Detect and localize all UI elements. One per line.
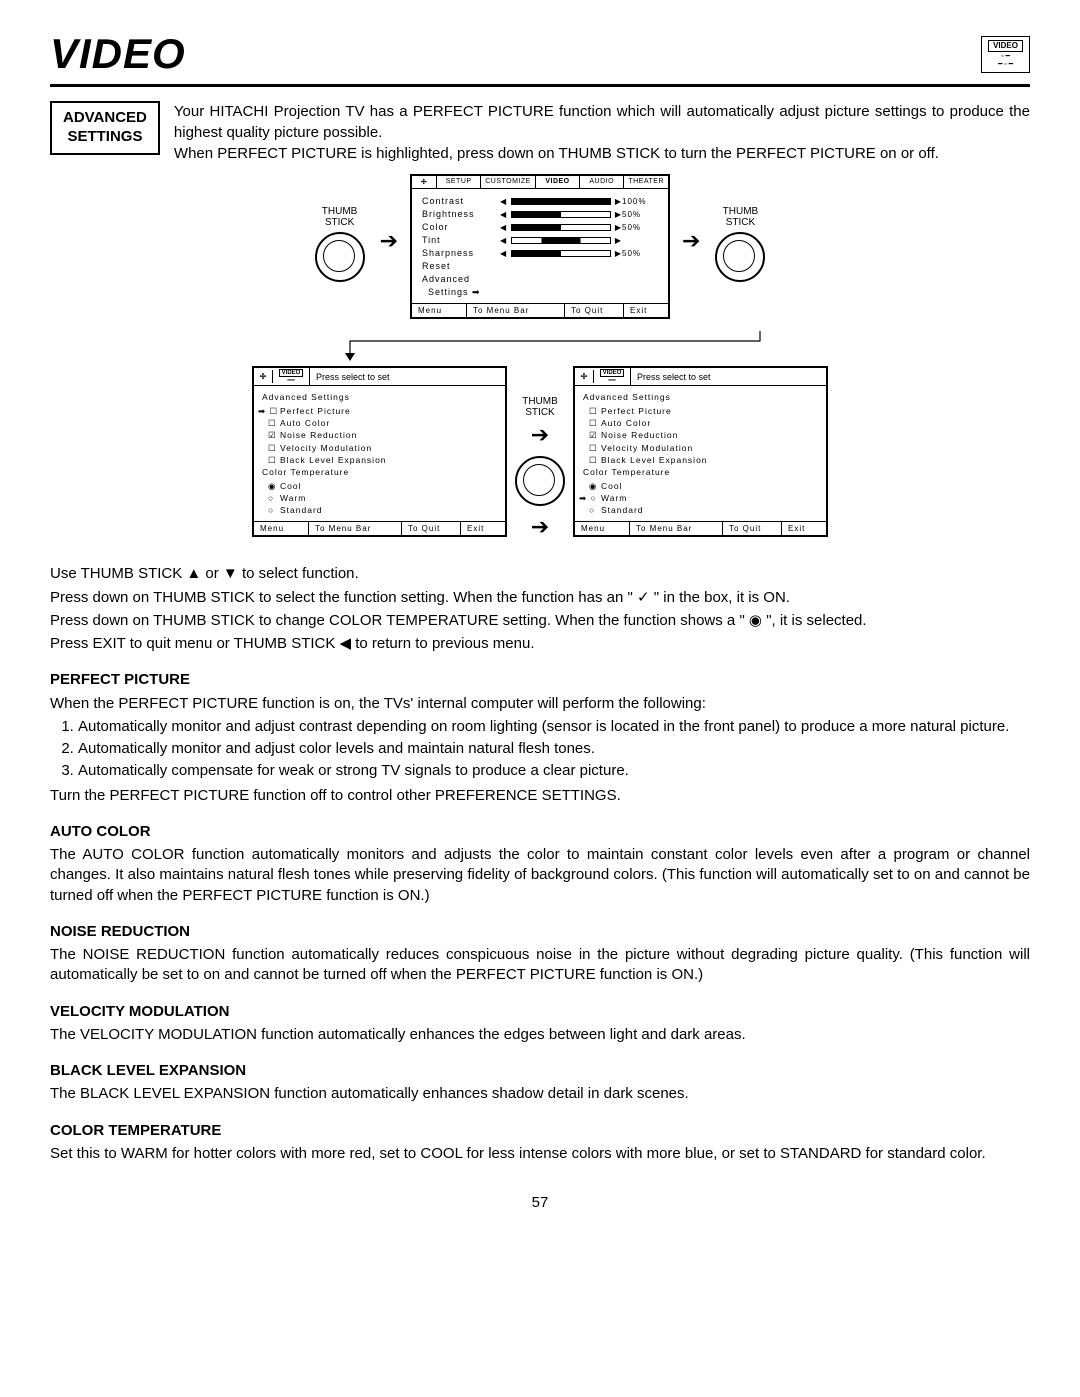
option-velocity-modulation: ☐Velocity Modulation (262, 442, 497, 454)
video-tab-mini: VIDEO━━ (273, 368, 310, 385)
instruction-use-thumb: Use THUMB STICK ▲ or ▼ to select functio… (50, 564, 1030, 584)
option-auto-color: ☐Auto Color (262, 417, 497, 429)
intro-text: Your HITACHI Projection TV has a PERFECT… (174, 101, 1030, 164)
temp-cool: ◉Cool (583, 480, 818, 492)
osd-tab-row: ✢ SETUP CUSTOMIZE VIDEO AUDIO THEATER (412, 176, 668, 189)
arrow-right-icon: ➔ (531, 422, 549, 448)
temp-warm: ○Warm (262, 492, 497, 504)
instructions-block: Use THUMB STICK ▲ or ▼ to select functio… (50, 564, 1030, 654)
osd-footer: Menu To Menu Bar To Quit Exit (412, 303, 668, 317)
tab-theater: THEATER (624, 176, 668, 188)
adv-settings-heading: Advanced Settings (262, 391, 497, 403)
video-tab-mini: VIDEO━━ (594, 368, 631, 385)
arrow-right-icon: ➔ (531, 514, 549, 540)
thumb-stick-icon (315, 232, 365, 282)
arrow-right-icon: ➔ (380, 178, 398, 254)
thumb-stick-center: THUMBSTICK ➔ ➔ (515, 366, 565, 544)
thumb-stick-icon (515, 456, 565, 506)
list-item: Automatically monitor and adjust contras… (78, 717, 1030, 737)
tab-setup: SETUP (437, 176, 481, 188)
section-velocity-modulation: VELOCITY MODULATION The VELOCITY MODULAT… (50, 1002, 1030, 1046)
option-velocity-modulation: ☐Velocity Modulation (583, 442, 818, 454)
thumb-stick-icon (715, 232, 765, 282)
osd-plus-icon: ✢ (412, 176, 437, 188)
option-black-level: ☐Black Level Expansion (262, 454, 497, 466)
page-number: 57 (50, 1194, 1030, 1211)
press-select-label: Press select to set (310, 370, 505, 384)
arrow-right-icon: ➔ (682, 178, 700, 254)
option-noise-reduction: ☑Noise Reduction (262, 429, 497, 441)
option-auto-color: ☐Auto Color (583, 417, 818, 429)
section-black-level: BLACK LEVEL EXPANSION The BLACK LEVEL EX… (50, 1061, 1030, 1105)
option-perfect-picture: ➡ ☐Perfect Picture (262, 405, 497, 417)
tab-customize: CUSTOMIZE (481, 176, 536, 188)
temp-warm: ➡ ○Warm (583, 492, 818, 504)
osd-advanced-right: ✢ VIDEO━━ Press select to set Advanced S… (573, 366, 828, 536)
section-color-temperature: COLOR TEMPERATURE Set this to WARM for h… (50, 1121, 1030, 1165)
section-noise-reduction: NOISE REDUCTION The NOISE REDUCTION func… (50, 922, 1030, 986)
diagram-area: THUMBSTICK ➔ ✢ SETUP CUSTOMIZE VIDEO AUD… (50, 174, 1030, 544)
thumb-stick-right: THUMBSTICK (712, 174, 768, 286)
diagram-top-row: THUMBSTICK ➔ ✢ SETUP CUSTOMIZE VIDEO AUD… (220, 174, 860, 319)
option-perfect-picture: ☐Perfect Picture (583, 405, 818, 417)
header-row: VIDEO VIDEO ▫ ━━ ▫ ━ (50, 30, 1030, 84)
temp-standard: ○Standard (583, 504, 818, 516)
tab-audio: AUDIO (580, 176, 624, 188)
section-perfect-picture: PERFECT PICTURE When the PERFECT PICTURE… (50, 670, 1030, 806)
thumb-stick-left: THUMBSTICK (312, 174, 368, 286)
instruction-press-exit: Press EXIT to quit menu or THUMB STICK ◀… (50, 634, 1030, 654)
osd-main-menu: ✢ SETUP CUSTOMIZE VIDEO AUDIO THEATER Co… (410, 174, 670, 319)
intro-row: ADVANCED SETTINGS Your HITACHI Projectio… (50, 101, 1030, 164)
video-mode-icon: VIDEO ▫ ━━ ▫ ━ (981, 36, 1030, 73)
option-black-level: ☐Black Level Expansion (583, 454, 818, 466)
color-temp-heading: Color Temperature (262, 466, 497, 478)
osd-plus-icon: ✢ (575, 370, 594, 383)
temp-cool: ◉Cool (262, 480, 497, 492)
osd-plus-icon: ✢ (254, 370, 273, 383)
advanced-settings-box: ADVANCED SETTINGS (50, 101, 160, 155)
manual-page: VIDEO VIDEO ▫ ━━ ▫ ━ ADVANCED SETTINGS Y… (0, 0, 1080, 1251)
temp-standard: ○Standard (262, 504, 497, 516)
press-select-label: Press select to set (631, 370, 826, 384)
instruction-press-color: Press down on THUMB STICK to change COLO… (50, 611, 1030, 631)
option-noise-reduction: ☑Noise Reduction (583, 429, 818, 441)
osd-advanced-left: ✢ VIDEO━━ Press select to set Advanced S… (252, 366, 507, 536)
connector-line (220, 331, 860, 361)
section-auto-color: AUTO COLOR The AUTO COLOR function autom… (50, 822, 1030, 906)
list-item: Automatically monitor and adjust color l… (78, 739, 1030, 759)
list-item: Automatically compensate for weak or str… (78, 761, 1030, 781)
osd-body: Contrast◀▶100% Brightness◀▶50% Color◀▶50… (412, 189, 668, 303)
instruction-press-select: Press down on THUMB STICK to select the … (50, 588, 1030, 608)
tab-video: VIDEO (536, 176, 580, 188)
page-title: VIDEO (50, 30, 186, 78)
divider (50, 84, 1030, 87)
diagram-bottom-row: ✢ VIDEO━━ Press select to set Advanced S… (220, 366, 860, 544)
